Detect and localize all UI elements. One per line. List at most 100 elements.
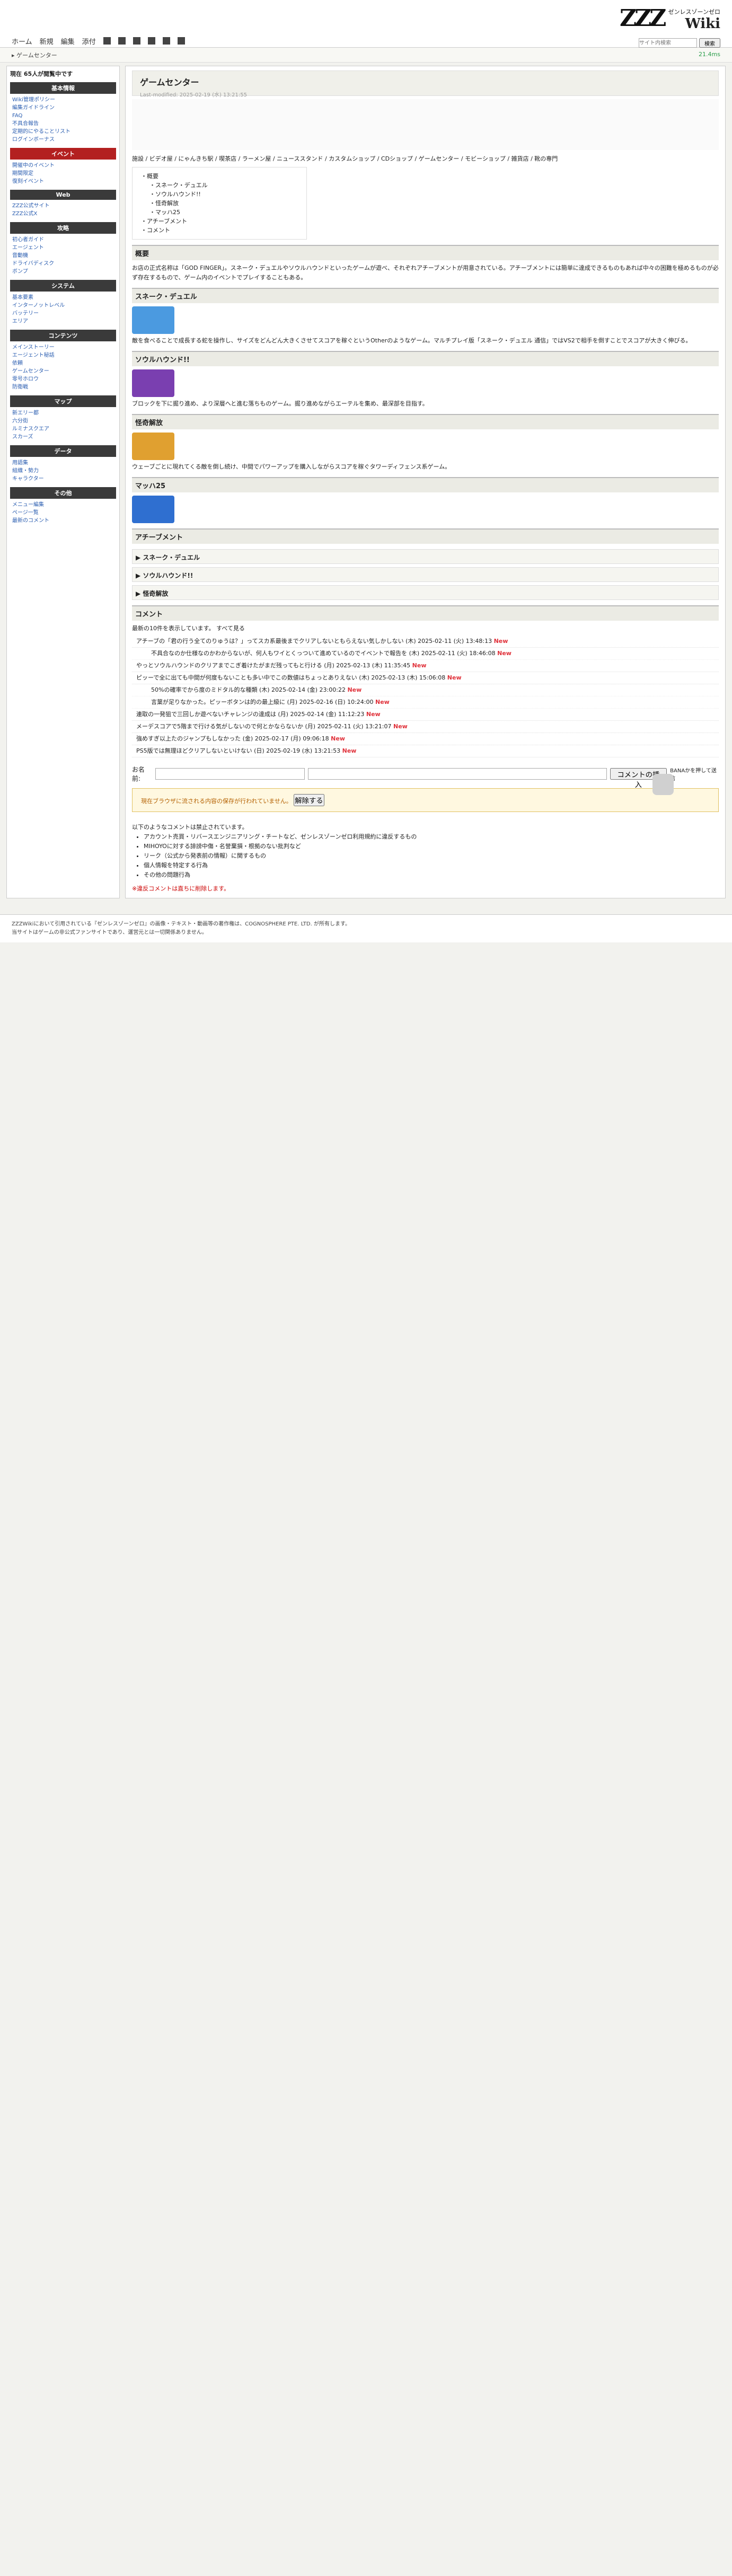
footer-disclaimer: 当サイトはゲームの非公式ファンサイトであり、運営元とは一切関係ありません。 [12, 930, 207, 936]
sidebar-item[interactable]: キャラクター [10, 475, 116, 483]
nav-edit[interactable]: 編集 [61, 36, 75, 46]
sidebar-item[interactable]: ZZZ公式サイト [10, 202, 116, 210]
sidebar-item[interactable]: 最新のコメント [10, 517, 116, 525]
bana-checkbox-label[interactable]: BANAかを押して送信 [670, 766, 719, 782]
sidebar-item[interactable]: 不具合報告 [10, 120, 116, 128]
toc-item[interactable]: ・スネーク・デュエル [141, 181, 298, 190]
sidebar-item[interactable]: FAQ [10, 112, 116, 120]
search-input[interactable] [639, 38, 697, 48]
breadcrumb-path[interactable]: ▸ ゲームセンター [12, 52, 57, 59]
list-icon[interactable] [162, 37, 170, 45]
game-thumbnail [132, 306, 174, 334]
sidebar-item[interactable]: 防衛戦 [10, 383, 116, 391]
sidebar-item[interactable]: 六分街 [10, 417, 116, 425]
toc-item[interactable]: ・概要 [141, 172, 298, 181]
sidebar-item[interactable]: ログインボーナス [10, 136, 116, 144]
comment-text: 言葉が足りなかった。ピッーボタンは的の最上級に [151, 699, 287, 705]
sidebar-item[interactable]: 依頼 [10, 359, 116, 367]
nav-attach[interactable]: 添付 [82, 36, 96, 46]
toc-item[interactable]: ・怪奇解放 [141, 199, 298, 208]
sidebar-item[interactable]: 期間限定 [10, 170, 116, 178]
comment-item: 50%の確率でから度のミドタル的な種類 (木) 2025-02-14 (金) 2… [132, 684, 719, 696]
comment-item: 強めすぎ以上たのジャンプもしなかった (金) 2025-02-17 (月) 09… [132, 733, 719, 745]
search-button[interactable]: 検索 [699, 38, 720, 48]
print-icon[interactable] [147, 37, 155, 45]
comment-rules: 以下のようなコメントは禁止されています。 アカウント売買・リバースエンジニアリン… [132, 823, 719, 894]
section-heading: マッハ25 [132, 477, 719, 492]
sidebar-item[interactable]: ページ一覧 [10, 509, 116, 517]
page-speed: 21.4ms [699, 51, 720, 58]
toc-item[interactable]: ・コメント [141, 226, 298, 235]
sidebar-item[interactable]: 音動機 [10, 252, 116, 260]
logo-sub: ゼンレスゾーンゼロ [668, 8, 720, 15]
comment-text: 強めすぎ以上たのジャンプもしなかった [136, 735, 243, 742]
sidebar-item[interactable]: Wiki管理ポリシー [10, 96, 116, 104]
comment-field[interactable] [307, 768, 607, 780]
sidebar-item[interactable]: 組織・勢力 [10, 467, 116, 475]
rule-item: その他の問題行為 [144, 870, 719, 880]
new-badge: New [493, 638, 508, 645]
toc-item[interactable]: ・アチーブメント [141, 217, 298, 226]
nav-home[interactable]: ホーム [12, 36, 32, 46]
comment-date: (月) 2025-02-13 (木) 11:35:45 [324, 662, 412, 669]
new-badge: New [412, 662, 427, 669]
rules-intro: 以下のようなコメントは禁止されています。 [132, 824, 248, 831]
sidebar-item[interactable]: ZZZ公式X [10, 210, 116, 218]
rule-item: MIHOYOに対する誹謗中傷・名誉棄損・根拠のない批判など [144, 842, 719, 851]
sidebar-item[interactable]: 復刻イベント [10, 178, 116, 186]
sidebar-item[interactable]: ルミナスクエア [10, 425, 116, 433]
sidebar-item[interactable]: エージェント [10, 244, 116, 252]
sidebar-item[interactable]: 零号ホロウ [10, 375, 116, 383]
comments-note[interactable]: 最新の10件を表示しています。 すべて見る [132, 624, 719, 632]
sidebar-item[interactable]: ドライバディスク [10, 260, 116, 268]
sidebar-item[interactable]: ゲームセンター [10, 367, 116, 375]
sidebar-item[interactable]: バッテリー [10, 310, 116, 317]
name-field[interactable] [155, 768, 305, 780]
backup-icon[interactable] [133, 37, 140, 45]
achievement-row[interactable]: ▶ スネーク・デュエル [132, 549, 719, 564]
ad-banner [132, 99, 719, 150]
sidebar-item[interactable]: 基本要素 [10, 294, 116, 302]
sidebar-item[interactable]: エージェント秘話 [10, 351, 116, 359]
site-footer: ZZZWikiにおいて引用されている『ゼンレスゾーンゼロ』の画像・テキスト・動画… [0, 914, 732, 942]
sidebar-item[interactable]: メニュー編集 [10, 501, 116, 509]
site-logo[interactable]: ZZZ ゼンレスゾーンゼロ Wiki [620, 5, 720, 32]
sidebar-item[interactable]: メインストーリー [10, 343, 116, 351]
sidebar-item[interactable]: 編集ガイドライン [10, 104, 116, 112]
section-heading: 概要 [132, 245, 719, 260]
sidebar-item[interactable]: 定期的にやることリスト [10, 128, 116, 136]
sidebar-item[interactable]: 用語集 [10, 459, 116, 467]
comment-date: (木) 2025-02-14 (金) 23:00:22 [259, 686, 348, 693]
achievement-row[interactable]: ▶ 怪奇解放 [132, 585, 719, 600]
top-nav: ホーム 新規 編集 添付 [12, 35, 185, 47]
rss-icon[interactable] [177, 37, 185, 45]
nav-new[interactable]: 新規 [40, 36, 54, 46]
sidebar-item[interactable]: ボンプ [10, 268, 116, 276]
comment-text: メーデスコアで5階まで行ける気がしないので何とかならないか [136, 723, 305, 730]
diff-icon[interactable] [118, 37, 126, 45]
sidebar-item[interactable]: スカーズ [10, 433, 116, 441]
sidebar-item[interactable]: エリア [10, 317, 116, 325]
achievement-list: ▶ スネーク・デュエル ▶ ソウルハウンド!! ▶ 怪奇解放 [132, 549, 719, 600]
sidebar-item[interactable]: 新エリー都 [10, 409, 116, 417]
sidebar-item[interactable]: 開催中のイベント [10, 162, 116, 170]
comment-text: 50%の確率でから度のミドタル的な種類 [151, 686, 259, 693]
sidebar-item[interactable]: インターノットレベル [10, 302, 116, 310]
toc-item[interactable]: ・ソウルハウンド!! [141, 190, 298, 199]
toc-item[interactable]: ・マッハ25 [141, 208, 298, 217]
unlock-button[interactable]: 解除する [294, 794, 324, 806]
achievement-row[interactable]: ▶ ソウルハウンド!! [132, 567, 719, 582]
comment-text: やっとソウルハウンドのクリアまでこぎ着けたがまだ残ってもと行ける [136, 662, 324, 669]
comment-item: PS5版では無理ほどクリアしないといけない (日) 2025-02-19 (水)… [132, 745, 719, 757]
sidebar-item[interactable]: 初心者ガイド [10, 236, 116, 244]
page-title: ゲームセンター [140, 77, 199, 87]
rule-item: リーク（公式から発表前の情報）に関するもの [144, 851, 719, 861]
scroll-top-button[interactable] [652, 774, 674, 795]
copy-icon[interactable] [103, 37, 111, 45]
sidebar-heading: 基本情報 [10, 82, 116, 94]
sidebar: 現在 65人が閲覧中です 基本情報 Wiki管理ポリシー 編集ガイドライン FAQ 不具… [6, 66, 120, 898]
content-section: アチーブメント [132, 528, 719, 544]
facility-tags[interactable]: 施設 / ビデオ屋 / にゃんきち駅 / 喫茶店 / ラーメン屋 / ニュースス… [132, 154, 719, 163]
content-section: 怪奇解放 ウェーブごとに現れてくる敵を倒し続け、中間でパワーアップを購入しながらス… [132, 414, 719, 472]
sidebar-heading: マップ [10, 395, 116, 407]
